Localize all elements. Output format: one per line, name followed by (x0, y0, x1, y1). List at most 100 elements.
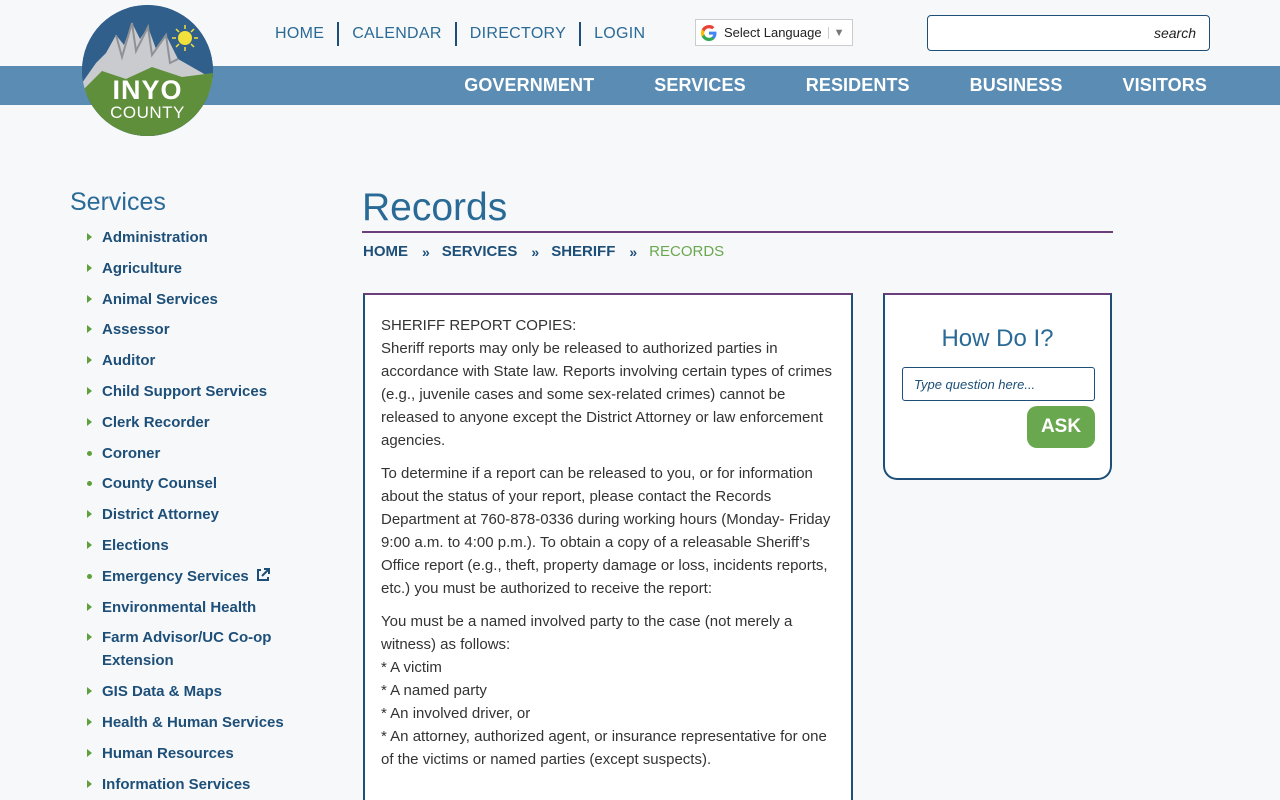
bullet-dot-icon (86, 565, 102, 588)
chevron-double-right-icon: » (531, 243, 539, 260)
sidebar-item[interactable]: District Attorney (86, 503, 316, 526)
breadcrumb-services[interactable]: SERVICES (442, 243, 518, 260)
breadcrumb-sheriff[interactable]: SHERIFF (551, 243, 615, 260)
utility-link-home[interactable]: HOME (275, 25, 324, 43)
sidebar-item-label[interactable]: Farm Advisor/UC Co-op Extension (102, 626, 316, 672)
sidebar-item-label[interactable]: Emergency Services (102, 568, 249, 585)
sidebar-item[interactable]: Auditor (86, 349, 316, 372)
chevron-double-right-icon: » (629, 243, 637, 260)
sidebar-item-label[interactable]: Information Services (102, 773, 250, 796)
article-paragraph-1: SHERIFF REPORT COPIES: Sheriff reports m… (381, 314, 835, 452)
sidebar-item-label[interactable]: Child Support Services (102, 380, 267, 403)
caret-right-icon (86, 349, 102, 372)
search-button[interactable]: search (1154, 25, 1196, 41)
article-heading: SHERIFF REPORT COPIES: (381, 317, 577, 334)
sidebar-item[interactable]: Emergency Services (86, 565, 316, 588)
inyo-county-logo[interactable]: INYO COUNTY (82, 5, 213, 136)
nav-visitors[interactable]: VISITORS (1123, 75, 1208, 96)
utility-link-calendar[interactable]: CALENDAR (352, 25, 442, 43)
nav-residents[interactable]: RESIDENTS (806, 75, 910, 96)
sidebar-item[interactable]: County Counsel (86, 472, 316, 495)
sidebar-item-label[interactable]: Administration (102, 226, 208, 249)
sidebar-item[interactable]: Clerk Recorder (86, 411, 316, 434)
logo-word-county: COUNTY (110, 103, 185, 122)
sidebar-item-label[interactable]: Coroner (102, 442, 160, 465)
utility-link-login[interactable]: LOGIN (594, 25, 645, 43)
article-list-intro: You must be a named involved party to th… (381, 613, 793, 653)
utility-link-directory[interactable]: DIRECTORY (470, 25, 566, 43)
caret-right-icon (86, 226, 102, 249)
translate-label: Select Language (724, 25, 822, 40)
caret-right-icon (86, 411, 102, 434)
sidebar-item[interactable]: Assessor (86, 318, 316, 341)
bullet-dot-icon (86, 472, 102, 495)
caret-right-icon (86, 380, 102, 403)
sidebar-item-label[interactable]: County Counsel (102, 472, 217, 495)
sidebar-item-label[interactable]: Assessor (102, 318, 170, 341)
nav-services[interactable]: SERVICES (654, 75, 746, 96)
sidebar-item[interactable]: Agriculture (86, 257, 316, 280)
sidebar-item[interactable]: Elections (86, 534, 316, 557)
bullet-dot-icon (86, 442, 102, 465)
breadcrumb-current: RECORDS (649, 243, 725, 260)
sidebar-item-label[interactable]: District Attorney (102, 503, 219, 526)
caret-right-icon (86, 773, 102, 796)
records-article: SHERIFF REPORT COPIES: Sheriff reports m… (363, 293, 853, 800)
chevron-double-right-icon: » (422, 243, 430, 260)
caret-right-icon (86, 318, 102, 341)
sidebar-item[interactable]: Animal Services (86, 288, 316, 311)
article-list-item: * An involved driver, or (381, 705, 531, 722)
search-input[interactable] (934, 20, 1134, 46)
main-nav: GOVERNMENT SERVICES RESIDENTS BUSINESS V… (404, 66, 1207, 105)
breadcrumb: HOME » SERVICES » SHERIFF » RECORDS (363, 243, 724, 260)
article-list-item: * A named party (381, 682, 487, 699)
article-paragraph-2: To determine if a report can be released… (381, 465, 831, 597)
caret-right-icon (86, 626, 102, 649)
caret-right-icon (86, 257, 102, 280)
sidebar-item[interactable]: GIS Data & Maps (86, 680, 316, 703)
utility-nav: HOME CALENDAR DIRECTORY LOGIN (275, 22, 645, 46)
how-do-i-title: How Do I? (941, 325, 1054, 352)
sidebar-item[interactable]: Information Services (86, 773, 316, 796)
sidebar-item-label[interactable]: Elections (102, 534, 169, 557)
caret-right-icon (86, 288, 102, 311)
google-g-icon (701, 24, 717, 41)
translate-select[interactable]: Select Language ▼ (695, 19, 853, 46)
sidebar-item-label[interactable]: Human Resources (102, 742, 234, 765)
how-do-i-widget: How Do I? ASK (883, 293, 1112, 480)
sidebar-nav: Administration Agriculture Animal Services… (86, 226, 316, 800)
sidebar-item[interactable]: Farm Advisor/UC Co-op Extension (86, 626, 316, 672)
title-divider (362, 231, 1113, 233)
article-paragraph-3: You must be a named involved party to th… (381, 610, 835, 771)
nav-business[interactable]: BUSINESS (970, 75, 1063, 96)
sidebar-item-label[interactable]: Environmental Health (102, 596, 256, 619)
utility-divider (579, 22, 582, 46)
sidebar-item-label[interactable]: GIS Data & Maps (102, 680, 222, 703)
sidebar-item-label[interactable]: Clerk Recorder (102, 411, 210, 434)
sidebar-item[interactable]: Child Support Services (86, 380, 316, 403)
breadcrumb-home[interactable]: HOME (363, 243, 408, 260)
site-search: search (927, 15, 1210, 51)
caret-right-icon (86, 503, 102, 526)
sidebar-item-label[interactable]: Health & Human Services (102, 711, 284, 734)
sidebar-item-label[interactable]: Auditor (102, 349, 155, 372)
sidebar-item[interactable]: Coroner (86, 442, 316, 465)
sidebar-item[interactable]: Health & Human Services (86, 711, 316, 734)
sidebar-item-label-wrap: Emergency Services (102, 565, 271, 588)
sidebar-item[interactable]: Human Resources (86, 742, 316, 765)
question-input[interactable] (902, 367, 1095, 401)
article-list-item: * A victim (381, 659, 442, 676)
caret-right-icon (86, 742, 102, 765)
caret-right-icon (86, 680, 102, 703)
sidebar-item[interactable]: Environmental Health (86, 596, 316, 619)
sidebar-title: Services (70, 188, 166, 216)
caret-right-icon (86, 534, 102, 557)
nav-government[interactable]: GOVERNMENT (464, 75, 594, 96)
utility-divider (337, 22, 340, 46)
caret-right-icon (86, 596, 102, 619)
sidebar-item-label[interactable]: Animal Services (102, 288, 218, 311)
ask-button[interactable]: ASK (1027, 406, 1095, 448)
sidebar-item[interactable]: Administration (86, 226, 316, 249)
utility-divider (454, 22, 457, 46)
sidebar-item-label[interactable]: Agriculture (102, 257, 182, 280)
